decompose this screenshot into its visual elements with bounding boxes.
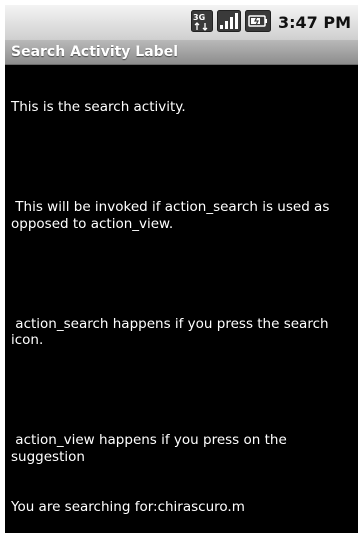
status-time: 3:47 PM xyxy=(277,13,351,32)
device-screen: 3G 3:47 PM Search Activity Label This is… xyxy=(5,5,358,533)
status-bar: 3G 3:47 PM xyxy=(5,5,358,40)
3g-data-icon: 3G xyxy=(190,9,213,36)
action-view-trigger-text: action_view happens if you press on the … xyxy=(11,432,292,465)
search-activity-content: This is the search activity. This will b… xyxy=(11,66,354,533)
signal-strength-icon xyxy=(216,9,241,36)
action-search-trigger-text: action_search happens if you press the s… xyxy=(11,315,333,349)
action-search-explanation: This will be invoked if action_search is… xyxy=(11,199,334,232)
activity-title: Search Activity Label xyxy=(11,44,178,60)
title-bar: Search Activity Label xyxy=(5,40,358,65)
intro-text: This is the search activity. xyxy=(11,99,186,116)
svg-text:3G: 3G xyxy=(193,13,205,22)
search-query-result: You are searching for:chirascuro.m xyxy=(11,498,245,515)
battery-icon xyxy=(244,9,271,36)
